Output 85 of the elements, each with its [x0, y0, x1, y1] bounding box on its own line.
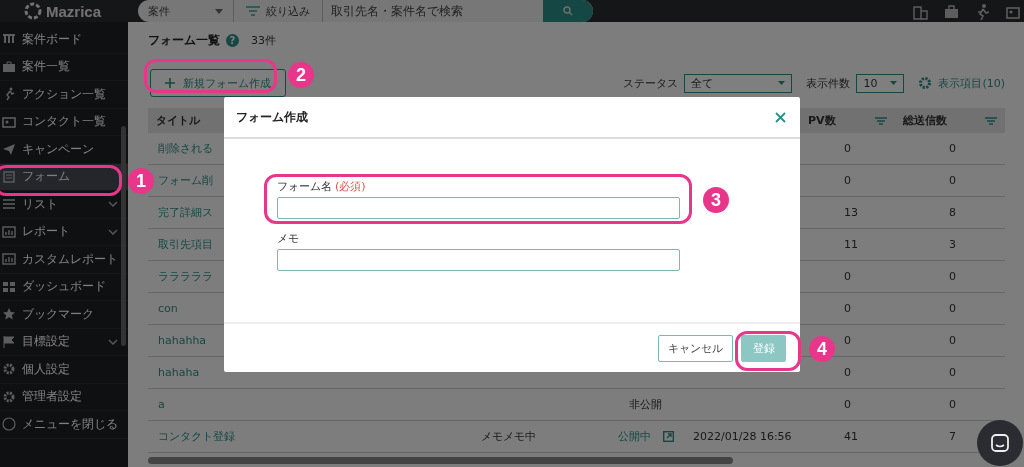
sort-icon — [875, 116, 887, 125]
form-title-link[interactable]: a — [158, 398, 165, 411]
sort-icon — [985, 116, 997, 125]
required-mark: (必須) — [335, 179, 366, 194]
filter-icon — [246, 6, 260, 16]
table-cell: 0 — [949, 334, 956, 347]
status-text: 非公開 — [629, 397, 662, 412]
paper-plane-icon — [2, 142, 16, 157]
search-icon — [563, 6, 573, 16]
gear-icon — [918, 76, 933, 90]
highlight-outline — [735, 331, 801, 371]
table-cell: 0 — [949, 142, 956, 155]
column-header[interactable]: PV数 — [800, 113, 895, 128]
status-label: ステータス — [623, 75, 679, 91]
table-cell: 0 — [949, 302, 956, 315]
form-icon — [2, 169, 16, 184]
table-cell: 2022/01/28 16:56 — [693, 430, 792, 443]
table-cell: 0 — [844, 174, 851, 187]
table-cell: 13 — [844, 206, 858, 219]
gear-icon — [2, 389, 16, 404]
flag-icon — [2, 334, 16, 349]
input-field[interactable] — [277, 249, 680, 271]
form-title-link[interactable]: hahahha — [158, 334, 207, 347]
contact-card-icon — [2, 114, 16, 129]
register-button[interactable]: 登録 — [741, 334, 786, 362]
field-label: フォーム名 — [277, 179, 332, 194]
table-cell: 0 — [844, 398, 851, 411]
table-cell: 7 — [949, 430, 956, 443]
table-cell: 0 — [949, 174, 956, 187]
new-form-button[interactable]: 新規フォーム作成 — [150, 69, 286, 97]
form-title-link[interactable]: ラララララ — [158, 270, 213, 283]
form-title-link[interactable]: コンタクト登録 — [158, 430, 235, 443]
gear-icon — [2, 362, 16, 377]
caret-icon — [778, 81, 786, 85]
form-title-link[interactable]: 取引先項目 — [158, 238, 213, 251]
columns-button[interactable]: 表示項目(10) — [918, 75, 1005, 91]
chart-icon — [2, 224, 16, 239]
record-count: 33件 — [251, 32, 276, 48]
briefcase-icon — [2, 59, 16, 74]
table-cell: 0 — [949, 366, 956, 379]
table-cell: 41 — [844, 430, 858, 443]
search-button[interactable] — [543, 0, 593, 22]
dashboard-icon — [2, 279, 16, 294]
scrollbar[interactable] — [121, 126, 126, 346]
caret-icon — [890, 81, 898, 85]
status-select[interactable]: 全て — [684, 73, 793, 93]
close-icon — [775, 111, 786, 123]
field-label: メモ — [277, 231, 299, 246]
table-cell: メモメモ中 — [480, 429, 536, 444]
ring-logo-icon — [24, 2, 42, 20]
plus-icon — [165, 78, 175, 88]
form-title-link[interactable]: フォーム削 — [158, 174, 213, 187]
caret-icon — [215, 8, 223, 14]
page-title: フォーム一覧 — [148, 31, 220, 49]
table-cell: 0 — [844, 142, 851, 155]
table-cell: 11 — [844, 238, 858, 251]
table-cell: 3 — [949, 238, 956, 251]
input-field[interactable] — [277, 197, 680, 219]
table-cell: 0 — [844, 334, 851, 347]
chat-icon — [991, 434, 1009, 452]
star-icon — [2, 307, 16, 322]
scrollbar[interactable] — [148, 457, 733, 464]
table-cell: 0 — [844, 302, 851, 315]
briefcase-icon — [943, 2, 960, 20]
form-title-link[interactable]: con — [158, 302, 178, 315]
form-title-link[interactable]: 完了詳細ス — [158, 206, 213, 219]
form-title-link[interactable]: 削除される — [158, 142, 213, 155]
column-header[interactable]: 総送信数 — [895, 113, 1005, 128]
table-cell: 0 — [949, 270, 956, 283]
form-title-link[interactable]: hahaha — [158, 366, 200, 379]
search-bar[interactable]: 案件 絞り込み 取引先名・案件名で検索 — [138, 0, 593, 22]
close-button[interactable] — [775, 111, 786, 123]
table-cell: 0 — [949, 398, 956, 411]
per-page-label: 表示件数 — [806, 75, 851, 91]
dialog-title: フォーム作成 — [236, 108, 308, 126]
logo-text: Mazrica — [46, 2, 102, 20]
table-cell: 0 — [844, 366, 851, 379]
status-text: 公開中 — [617, 429, 651, 444]
list-icon — [2, 197, 16, 212]
chart-icon — [2, 252, 16, 267]
cancel-button[interactable]: キャンセル — [658, 334, 733, 362]
per-page-select[interactable]: 10 — [856, 73, 905, 93]
help-icon[interactable]: ? — [226, 33, 239, 47]
table-cell: 8 — [949, 206, 956, 219]
table-cell: 0 — [844, 270, 851, 283]
